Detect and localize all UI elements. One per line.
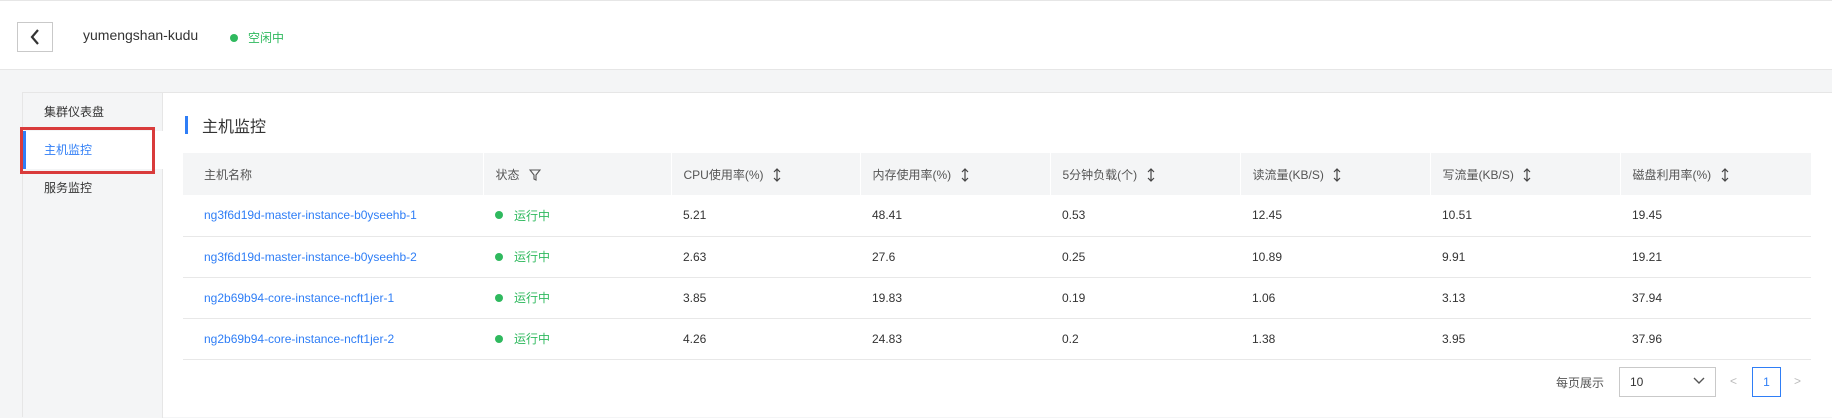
next-page-button[interactable]: > bbox=[1794, 374, 1801, 388]
status-badge: 运行中 bbox=[495, 248, 671, 265]
sort-icon[interactable] bbox=[1523, 168, 1531, 183]
table-header-row: 主机名称 状态 CPU使用率(%) 内存使用率(%) 5分钟负载(个) 读流量(… bbox=[183, 153, 1811, 195]
column-header-status[interactable]: 状态 bbox=[482, 153, 671, 195]
sort-icon[interactable] bbox=[1333, 168, 1341, 183]
back-button[interactable] bbox=[17, 22, 53, 52]
write-cell: 3.13 bbox=[1430, 277, 1620, 319]
main-panel: 集群仪表盘 主机监控 服务监控 主机监控 主机名称 状态 CPU使用率(%) 内… bbox=[20, 92, 1832, 418]
sidebar-item-label: 主机监控 bbox=[44, 143, 93, 157]
per-page-value: 10 bbox=[1630, 375, 1644, 389]
write-cell: 3.95 bbox=[1430, 318, 1620, 360]
column-header-disk[interactable]: 磁盘利用率(%) bbox=[1619, 153, 1811, 195]
sidebar-item-service-monitor[interactable]: 服务监控 bbox=[23, 169, 163, 207]
column-header-write[interactable]: 写流量(KB/S) bbox=[1429, 153, 1620, 195]
cluster-name: yumengshan-kudu bbox=[83, 27, 199, 43]
status-dot-icon bbox=[495, 211, 503, 220]
per-page-select[interactable]: 10 bbox=[1619, 367, 1716, 397]
sidebar-item-cluster-dashboard[interactable]: 集群仪表盘 bbox=[23, 93, 163, 131]
load-cell: 0.19 bbox=[1050, 277, 1240, 319]
per-page-label: 每页展示 bbox=[1556, 376, 1605, 390]
status-badge: 运行中 bbox=[495, 330, 671, 347]
status-dot-icon bbox=[230, 33, 238, 42]
read-cell: 12.45 bbox=[1240, 195, 1430, 237]
chevron-down-icon bbox=[1693, 377, 1705, 384]
disk-cell: 19.21 bbox=[1620, 236, 1811, 278]
prev-page-button[interactable]: < bbox=[1730, 374, 1737, 388]
top-bar: yumengshan-kudu 空闲中 bbox=[0, 0, 1832, 70]
read-cell: 1.06 bbox=[1240, 277, 1430, 319]
table-row: ng3f6d19d-master-instance-b0yseehb-2 运行中… bbox=[183, 236, 1811, 278]
memory-cell: 27.6 bbox=[860, 236, 1050, 278]
page-number-current[interactable]: 1 bbox=[1752, 367, 1781, 397]
status-badge: 运行中 bbox=[495, 289, 671, 306]
cpu-cell: 3.85 bbox=[671, 277, 860, 319]
cluster-status-label: 空闲中 bbox=[248, 31, 285, 45]
read-cell: 1.38 bbox=[1240, 318, 1430, 360]
status-badge: 运行中 bbox=[495, 207, 671, 224]
sidebar-item-label: 服务监控 bbox=[44, 181, 93, 195]
load-cell: 0.53 bbox=[1050, 195, 1240, 237]
pagination: 每页展示 10 < 1 > bbox=[23, 367, 1832, 397]
cpu-cell: 5.21 bbox=[671, 195, 860, 237]
host-link[interactable]: ng3f6d19d-master-instance-b0yseehb-2 bbox=[204, 250, 417, 264]
status-dot-icon bbox=[495, 293, 503, 302]
host-link[interactable]: ng2b69b94-core-instance-ncft1jer-1 bbox=[204, 291, 394, 305]
host-table: 主机名称 状态 CPU使用率(%) 内存使用率(%) 5分钟负载(个) 读流量(… bbox=[183, 153, 1811, 360]
memory-cell: 24.83 bbox=[860, 318, 1050, 360]
chevron-left-icon bbox=[30, 29, 39, 45]
cpu-cell: 4.26 bbox=[671, 318, 860, 360]
memory-cell: 19.83 bbox=[860, 277, 1050, 319]
write-cell: 10.51 bbox=[1430, 195, 1620, 237]
sort-icon[interactable] bbox=[773, 168, 781, 183]
host-link[interactable]: ng3f6d19d-master-instance-b0yseehb-1 bbox=[204, 208, 417, 222]
load-cell: 0.25 bbox=[1050, 236, 1240, 278]
disk-cell: 37.94 bbox=[1620, 277, 1811, 319]
column-header-host: 主机名称 bbox=[183, 153, 483, 195]
section-header: 主机监控 bbox=[185, 116, 267, 136]
sidebar-item-label: 集群仪表盘 bbox=[44, 105, 105, 119]
disk-cell: 37.96 bbox=[1620, 318, 1811, 360]
cluster-status: 空闲中 bbox=[230, 29, 284, 46]
sort-icon[interactable] bbox=[1721, 168, 1729, 183]
column-header-memory[interactable]: 内存使用率(%) bbox=[859, 153, 1050, 195]
read-cell: 10.89 bbox=[1240, 236, 1430, 278]
cpu-cell: 2.63 bbox=[671, 236, 860, 278]
sort-icon[interactable] bbox=[961, 168, 969, 183]
table-row: ng2b69b94-core-instance-ncft1jer-2 运行中 4… bbox=[183, 318, 1811, 360]
disk-cell: 19.45 bbox=[1620, 195, 1811, 237]
load-cell: 0.2 bbox=[1050, 318, 1240, 360]
status-dot-icon bbox=[495, 334, 503, 343]
table-row: ng3f6d19d-master-instance-b0yseehb-1 运行中… bbox=[183, 195, 1811, 237]
column-header-cpu[interactable]: CPU使用率(%) bbox=[670, 153, 860, 195]
page-title: 主机监控 bbox=[202, 119, 267, 136]
host-link[interactable]: ng2b69b94-core-instance-ncft1jer-2 bbox=[204, 332, 394, 346]
sort-icon[interactable] bbox=[1147, 168, 1155, 183]
sidebar-item-host-monitor[interactable]: 主机监控 bbox=[23, 131, 163, 169]
memory-cell: 48.41 bbox=[860, 195, 1050, 237]
title-accent-bar bbox=[185, 116, 188, 134]
status-dot-icon bbox=[495, 252, 503, 261]
table-row: ng2b69b94-core-instance-ncft1jer-1 运行中 3… bbox=[183, 277, 1811, 319]
write-cell: 9.91 bbox=[1430, 236, 1620, 278]
column-header-load[interactable]: 5分钟负载(个) bbox=[1049, 153, 1240, 195]
column-header-read[interactable]: 读流量(KB/S) bbox=[1239, 153, 1430, 195]
filter-icon[interactable] bbox=[528, 169, 541, 182]
